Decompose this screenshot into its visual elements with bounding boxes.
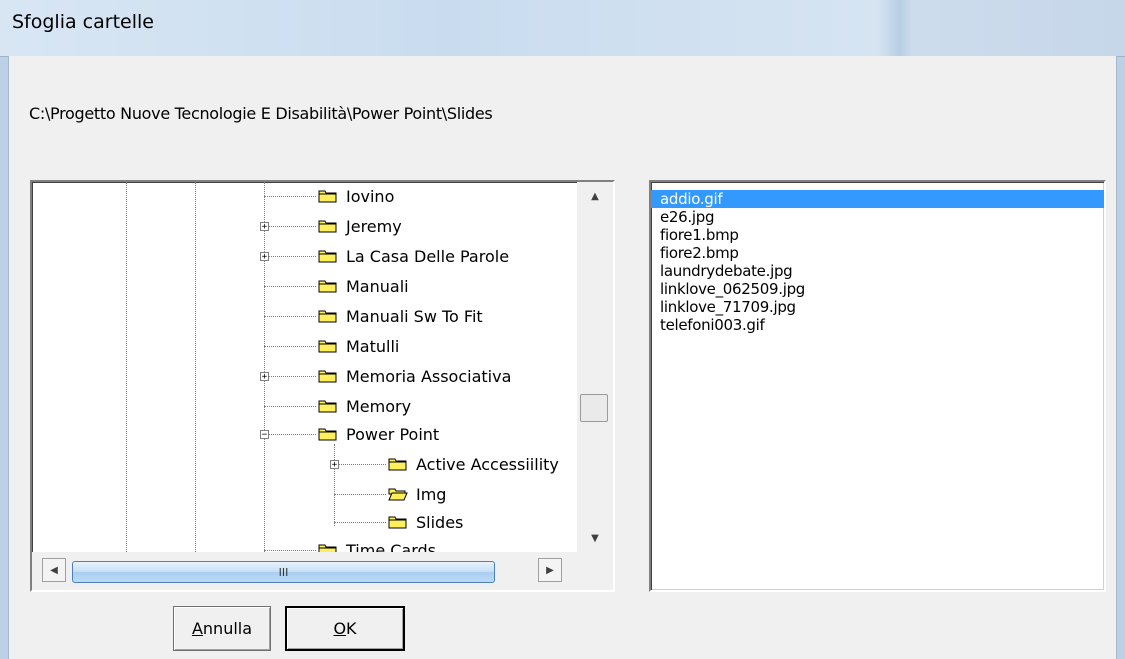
file-list-item[interactable]: linklove_062509.jpg	[651, 280, 1104, 298]
tree-connector	[264, 406, 316, 407]
folder-tree[interactable]: Iovino + Jeremy + La Casa Delle Parole Manual…	[30, 180, 615, 592]
expand-icon[interactable]: +	[260, 222, 269, 232]
tree-guide-line	[126, 182, 127, 552]
tree-connector	[264, 196, 316, 197]
tree-connector	[264, 316, 316, 317]
tree-node[interactable]: Iovino	[318, 184, 394, 208]
folder-icon	[318, 339, 338, 353]
folder-icon	[318, 279, 338, 293]
tree-node-label: Active Accessiility	[416, 454, 559, 474]
tree-connector	[334, 464, 386, 465]
tree-node-label: Memoria Associativa	[346, 366, 512, 386]
tree-node[interactable]: Img	[388, 482, 446, 506]
file-list-item[interactable]: addio.gif	[651, 190, 1104, 208]
tree-node[interactable]: Manuali	[318, 274, 409, 298]
scroll-right-button[interactable]: ▶	[538, 558, 562, 582]
tree-node-label: Power Point	[346, 424, 440, 444]
ok-label: K	[346, 619, 357, 638]
tree-connector	[264, 346, 316, 347]
arrow-right-icon: ▶	[546, 564, 554, 576]
folder-icon	[388, 515, 408, 529]
tree-node[interactable]: Memoria Associativa	[318, 364, 511, 388]
tree-horizontal-scrollbar[interactable]: ◀ III ▶	[32, 552, 577, 590]
cancel-button[interactable]: Annulla	[173, 606, 271, 651]
tree-node[interactable]: Matulli	[318, 334, 399, 358]
title-bar[interactable]: Sfoglia cartelle	[0, 0, 1125, 57]
tree-connector	[334, 522, 386, 523]
horizontal-scroll-thumb[interactable]: III	[72, 561, 495, 583]
tree-connector	[264, 226, 316, 227]
tree-node[interactable]: Manuali Sw To Fit	[318, 304, 483, 328]
expand-icon[interactable]: +	[330, 460, 339, 470]
cancel-label: nnulla	[202, 619, 253, 638]
folder-icon	[318, 249, 338, 263]
ok-button[interactable]: OK	[285, 606, 405, 651]
folder-icon	[318, 219, 338, 233]
tree-connector	[264, 286, 316, 287]
window-title: Sfoglia cartelle	[12, 11, 154, 33]
tree-node-label: Iovino	[346, 186, 395, 206]
collapse-icon[interactable]: −	[260, 430, 269, 440]
tree-guide-line	[195, 182, 196, 552]
file-list-item[interactable]: fiore2.bmp	[651, 244, 1104, 262]
folder-icon	[318, 309, 338, 323]
file-list-item[interactable]: e26.jpg	[651, 208, 1104, 226]
scroll-left-button[interactable]: ◀	[42, 558, 66, 582]
file-list-item[interactable]: fiore1.bmp	[651, 226, 1104, 244]
cancel-mnemonic: A	[191, 619, 203, 638]
tree-node[interactable]: La Casa Delle Parole	[318, 244, 509, 268]
tree-node-label: Time Cards	[346, 540, 437, 553]
expand-icon[interactable]: +	[260, 252, 269, 262]
tree-guide-line	[334, 444, 335, 526]
tree-node-label: Img	[416, 484, 447, 504]
folder-icon	[318, 543, 338, 552]
tree-connector	[264, 376, 316, 377]
file-list-item[interactable]: laundrydebate.jpg	[651, 262, 1104, 280]
tree-guide-line	[264, 182, 265, 552]
tree-connector	[334, 494, 386, 495]
tree-node-label: La Casa Delle Parole	[346, 246, 510, 266]
folder-icon	[318, 427, 338, 441]
tree-node-label: Slides	[416, 512, 464, 532]
file-list-item[interactable]: telefoni003.gif	[651, 316, 1104, 334]
folder-tree-content: Iovino + Jeremy + La Casa Delle Parole Manual…	[32, 182, 577, 552]
tree-connector	[264, 550, 316, 551]
folder-icon	[388, 457, 408, 471]
expand-icon[interactable]: +	[260, 372, 269, 382]
scrollbar-corner	[577, 552, 613, 590]
tree-connector	[264, 434, 316, 435]
tree-node-label: Matulli	[346, 336, 400, 356]
tree-node[interactable]: Slides	[388, 510, 463, 534]
tree-node[interactable]: Active Accessiility	[388, 452, 559, 476]
scroll-down-button[interactable]: ▼	[577, 526, 613, 550]
file-list[interactable]: addio.gif e26.jpg fiore1.bmp fiore2.bmp laun…	[649, 180, 1106, 592]
browse-folder-dialog: Sfoglia cartelle C:\Progetto Nuove Tecno…	[0, 0, 1125, 659]
grip-icon: III	[278, 565, 289, 579]
arrow-up-icon: ▲	[591, 190, 599, 202]
scroll-up-button[interactable]: ▲	[577, 184, 613, 208]
tree-node-label: Manuali Sw To Fit	[346, 306, 483, 326]
tree-node[interactable]: Jeremy	[318, 214, 402, 238]
vertical-scroll-thumb[interactable]	[580, 394, 608, 422]
arrow-down-icon: ▼	[591, 532, 599, 544]
ok-mnemonic: O	[333, 619, 347, 638]
folder-icon	[318, 189, 338, 203]
tree-vertical-scrollbar[interactable]: ▲ ▼	[577, 182, 613, 552]
folder-icon	[318, 369, 338, 383]
tree-node-label: Manuali	[346, 276, 409, 296]
folder-open-icon	[388, 487, 408, 501]
file-list-item[interactable]: linklove_71709.jpg	[651, 298, 1104, 316]
current-path: C:\Progetto Nuove Tecnologie E Disabilit…	[29, 104, 493, 123]
tree-node-label: Memory	[346, 396, 412, 416]
tree-node-label: Jeremy	[346, 216, 402, 236]
tree-node[interactable]: Memory	[318, 394, 411, 418]
tree-node[interactable]: Power Point	[318, 422, 439, 446]
folder-icon	[318, 399, 338, 413]
tree-node[interactable]: Time Cards	[318, 538, 436, 552]
tree-connector	[264, 256, 316, 257]
arrow-left-icon: ◀	[50, 564, 58, 576]
